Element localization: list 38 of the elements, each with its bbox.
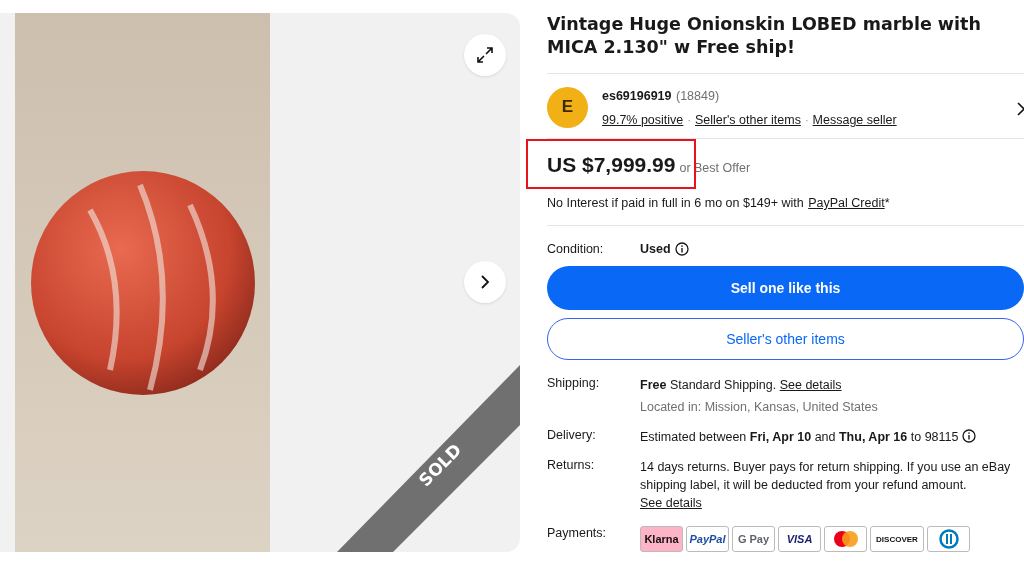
location-text: Located in: Mission, Kansas, United States [640,400,878,414]
sell-button[interactable]: Sell one like this [547,266,1024,310]
see-details-link[interactable]: See details [640,496,702,510]
seller-link[interactable]: Seller's other items [695,113,801,127]
detail-text: Estimated between Fri, Apr 10 and Thu, Apr 16 to 98115 [640,430,959,444]
payment-logo: Klarna [640,526,683,552]
seller-name: es69196919 [602,89,672,103]
item-title: Vintage Huge Onionskin LOBED marble with MICA 2.130" w Free ship! [547,13,1024,74]
info-icon[interactable] [962,429,977,443]
payment-logo: VISA [778,526,821,552]
seller-link[interactable]: 99.7% positive [602,113,684,127]
chevron-right-icon[interactable] [1017,102,1024,116]
footnote-mark: * [884,196,890,210]
detail-text: 14 days returns. Buyer pays for return shipping. If you use an eBay shipping label, it will be deducted from your refund amount. [640,460,1011,492]
fullscreen-button[interactable] [464,34,506,76]
separator-dot: · [687,114,691,126]
feedback-count: (18849) [676,89,720,103]
financing-text: No Interest if paid in full in 6 mo on $149+ with [547,196,804,210]
separator-dot: · [804,114,809,126]
field-label: Delivery: [547,428,597,442]
payment-logo: DISCOVER [870,526,924,552]
expand-icon [475,45,495,65]
field-label: Shipping: [547,376,601,390]
item-price: US $7,999.99 [547,153,676,177]
seller-link[interactable]: Message seller [812,113,897,127]
detail-text: Free Standard Shipping. [640,378,777,392]
info-icon[interactable] [674,242,689,256]
seller-items-button[interactable]: Seller's other items [547,318,1024,360]
seller-avatar: E [547,86,588,128]
see-details-link[interactable]: See details [779,378,842,392]
paypal-credit-link[interactable]: PayPal Credit [808,196,885,210]
payment-logo: PayPal [686,526,729,552]
payment-logo: G Pay [732,526,775,552]
field-label: Condition: [547,242,605,256]
next-image-button[interactable] [464,261,506,303]
condition-value: Used [640,242,671,256]
field-label: Payments: [547,526,608,540]
field-label: Returns: [547,458,596,472]
